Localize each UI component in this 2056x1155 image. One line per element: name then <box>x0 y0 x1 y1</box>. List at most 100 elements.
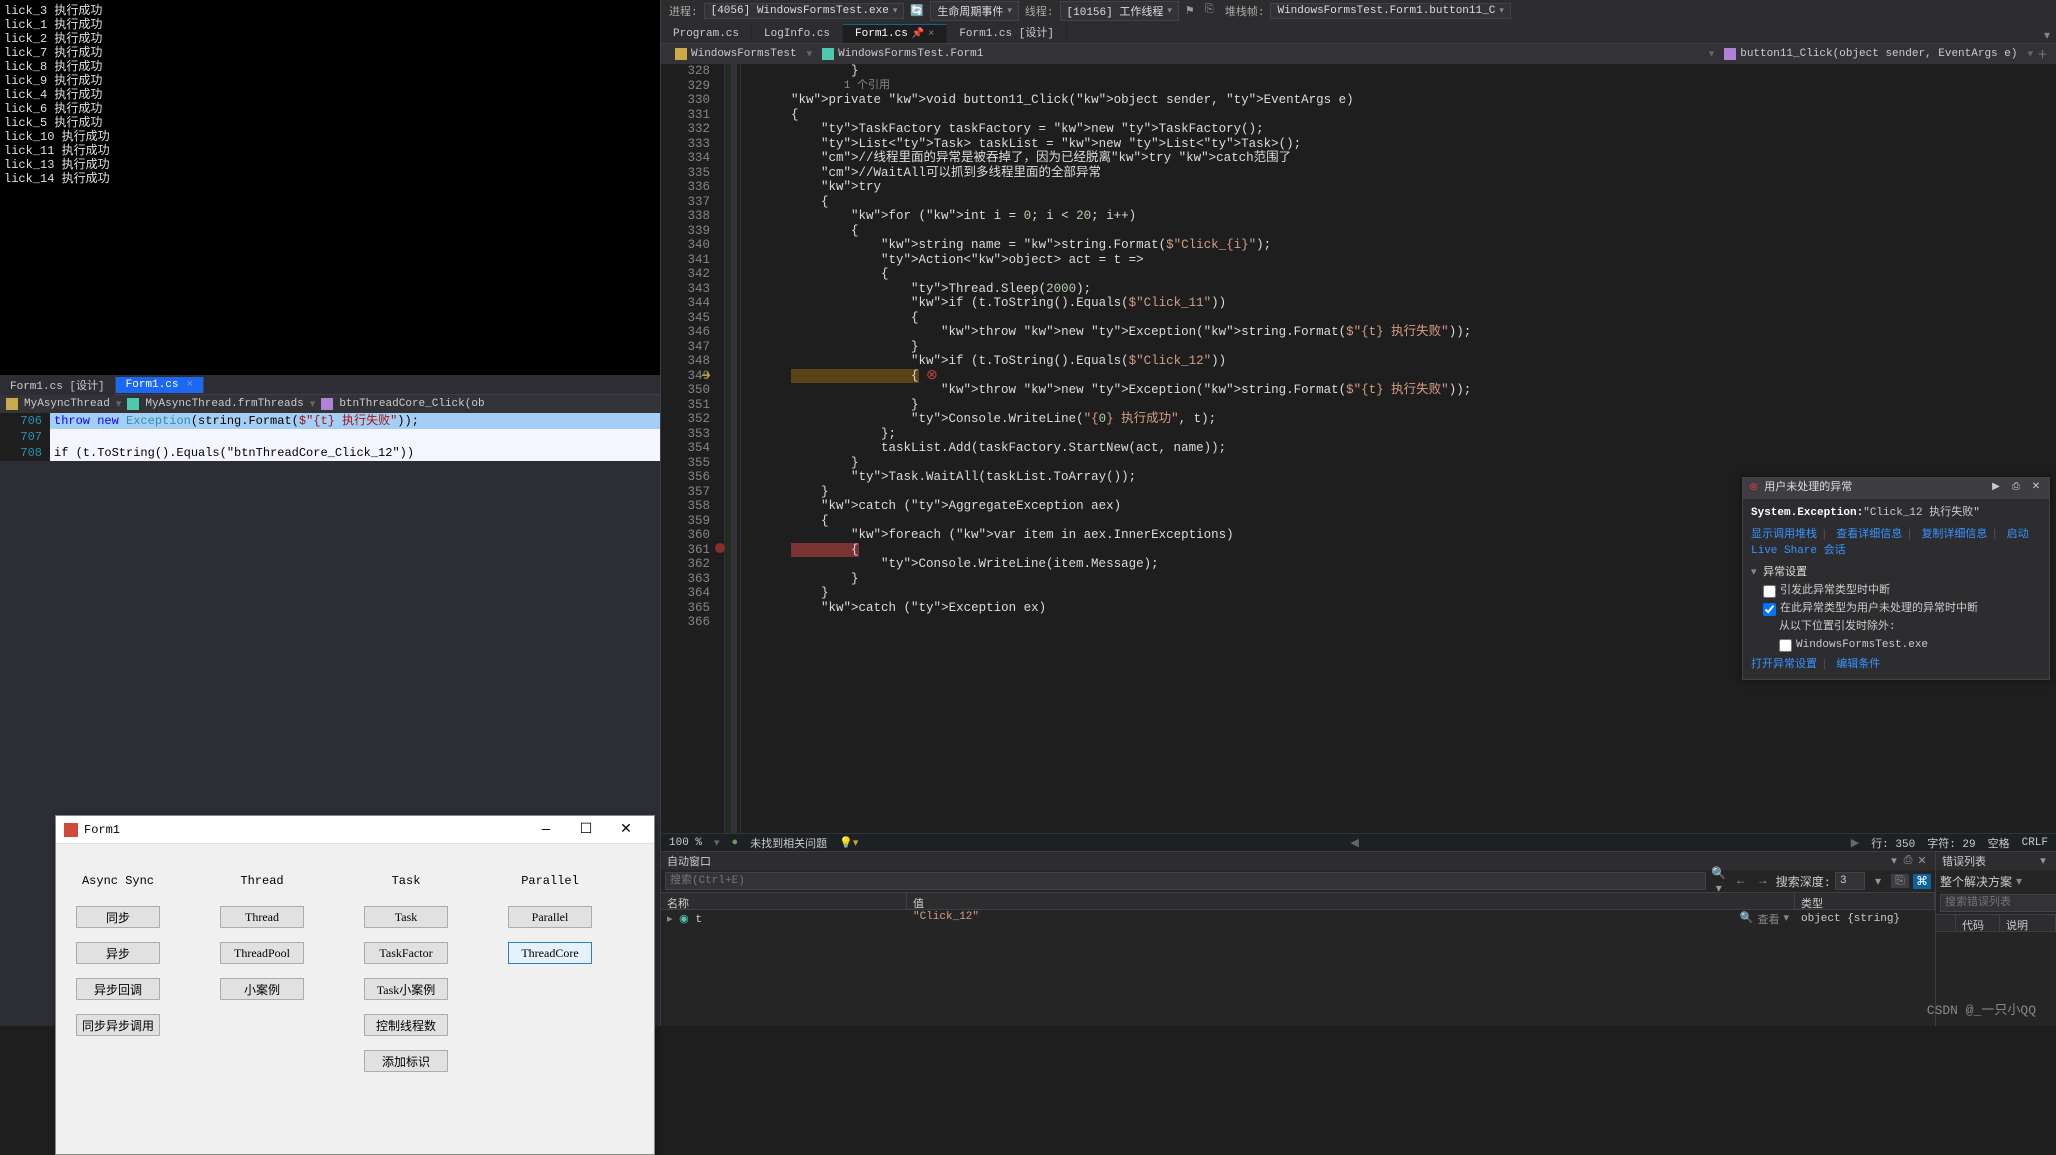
form-button-Parallel[interactable]: Parallel <box>508 906 592 928</box>
bc-namespace[interactable]: MyAsyncThread <box>24 398 110 410</box>
editor-tab[interactable]: LogInfo.cs <box>752 25 843 43</box>
link-copy-details[interactable]: 复制详细信息 <box>1921 529 1987 541</box>
error-icon[interactable]: ⊗ <box>926 369 938 384</box>
search-icon[interactable]: 🔍 <box>1740 911 1754 927</box>
link-show-callstack[interactable]: 显示调用堆栈 <box>1751 529 1817 541</box>
var-type: object {string} <box>1795 911 1935 927</box>
nav-next-icon[interactable]: → <box>1754 874 1772 888</box>
autos-search-input[interactable] <box>665 872 1706 890</box>
play-icon[interactable]: ▶ <box>1989 481 2003 495</box>
form-titlebar[interactable]: Form1 — ☐ ✕ <box>56 816 654 844</box>
editor-tab[interactable]: Form1.cs📌× <box>843 24 947 43</box>
close-icon[interactable]: ✕ <box>2029 481 2043 495</box>
close-icon[interactable]: ✕ <box>606 821 646 838</box>
thread-dropdown[interactable]: [10156] 工作线程 <box>1060 1 1179 21</box>
close-icon[interactable]: ✕ <box>1915 854 1929 868</box>
exception-settings-header[interactable]: 异常设置 <box>1751 565 2041 581</box>
bc-class[interactable]: MyAsyncThread.frmThreads <box>145 398 303 410</box>
overflow-icon[interactable]: ▾ <box>2038 28 2056 43</box>
form-button-添加标识[interactable]: 添加标识 <box>364 1050 448 1072</box>
pin-icon[interactable]: ⎙ <box>1901 855 1915 867</box>
close-icon[interactable]: × <box>928 29 934 40</box>
col-name[interactable]: 名称 <box>661 893 907 909</box>
bc-method[interactable]: btnThreadCore_Click(ob <box>339 398 484 410</box>
form-button-异步[interactable]: 异步 <box>76 942 160 964</box>
autos-panel[interactable]: 自动窗口 ▾ ⎙ ✕ 🔍▾ ← → 搜索深度: ▾ ⎘ ⌘ <box>661 852 1936 1026</box>
panel-menu-icon[interactable]: ▾ <box>1887 854 1901 868</box>
link-edit-conditions[interactable]: 编辑条件 <box>1836 659 1880 671</box>
bc-method[interactable]: button11_Click(object sender, EventArgs … <box>1718 48 2023 60</box>
editor-tab[interactable]: Form1.cs [设计] <box>947 21 1067 43</box>
flag-icon[interactable]: ⚑ <box>1185 4 1199 18</box>
form-button-TaskFactor[interactable]: TaskFactor <box>364 942 448 964</box>
errorlist-search-input[interactable] <box>1940 894 2056 912</box>
scope-dropdown[interactable]: 整个解决方案 <box>1940 873 2012 890</box>
toggle2-icon[interactable]: ⌘ <box>1913 874 1931 889</box>
hscroll-left-icon[interactable]: ◀ <box>1350 836 1358 850</box>
panel-menu-icon[interactable]: ▾ <box>2036 854 2050 868</box>
status-crlf[interactable]: CRLF <box>2022 837 2048 849</box>
form-button-同步[interactable]: 同步 <box>76 906 160 928</box>
form1-window[interactable]: Form1 — ☐ ✕ Async Sync同步异步异步回调同步异步调用Thre… <box>55 815 655 1155</box>
form-button-异步回调[interactable]: 异步回调 <box>76 978 160 1000</box>
link-open-exception-settings[interactable]: 打开异常设置 <box>1751 659 1817 671</box>
hscroll-right-icon[interactable]: ▶ <box>1851 836 1859 850</box>
close-icon[interactable]: × <box>186 379 193 391</box>
lookup-label[interactable]: 查看 <box>1757 911 1779 927</box>
tab-form1-cs[interactable]: Form1.cs× <box>116 377 204 393</box>
form-button-小案例[interactable]: 小案例 <box>220 978 304 1000</box>
form-button-ThreadCore[interactable]: ThreadCore <box>508 942 592 964</box>
editor-tabs: Program.csLogInfo.csForm1.cs📌×Form1.cs [… <box>661 22 2056 44</box>
depth-dd-icon[interactable]: ▾ <box>1869 874 1887 889</box>
zoom-level[interactable]: 100 % <box>669 837 702 849</box>
code-editor[interactable]: 3283293303313323333343353363373383393403… <box>661 64 2056 833</box>
col-type[interactable]: 类型 <box>1795 893 1935 909</box>
form-button-Task小案例[interactable]: Task小案例 <box>364 978 448 1000</box>
editor-breadcrumb: WindowsFormsTest ▾ WindowsFormsTest.Form… <box>661 44 2056 64</box>
chk-break-on-unhandled[interactable]: 在此异常类型为用户未处理的异常时中断 <box>1763 601 2041 617</box>
bc-ns[interactable]: WindowsFormsTest <box>669 48 803 60</box>
col-icon[interactable] <box>1936 915 1956 931</box>
form-button-控制线程数[interactable]: 控制线程数 <box>364 1014 448 1036</box>
nav-prev-icon[interactable]: ← <box>1732 874 1750 888</box>
output-line: lick_9 执行成功 <box>4 74 656 88</box>
exception-popup[interactable]: ⊗ 用户未处理的异常 ▶ ⎙ ✕ System.Exception:"Click… <box>1742 477 2050 680</box>
left-breadcrumb: MyAsyncThread ▾ MyAsyncThread.frmThreads… <box>0 395 660 413</box>
maximize-icon[interactable]: ☐ <box>566 821 606 838</box>
chk-except-module[interactable]: WindowsFormsTest.exe <box>1779 637 2041 653</box>
col-desc[interactable]: 说明 <box>2000 915 2056 931</box>
add-button-icon[interactable]: ＋ <box>2037 46 2048 62</box>
status-line[interactable]: 行: 350 <box>1871 835 1915 851</box>
form-button-ThreadPool[interactable]: ThreadPool <box>220 942 304 964</box>
lifecycle-icon[interactable]: 🔄 <box>910 4 924 18</box>
col-value[interactable]: 值 <box>907 893 1795 909</box>
exception-except-from: 从以下位置引发时除外: <box>1779 619 2041 635</box>
lifecycle-dropdown[interactable]: 生命周期事件 <box>930 1 1019 21</box>
form-button-Task[interactable]: Task <box>364 906 448 928</box>
bc-cls[interactable]: WindowsFormsTest.Form1 <box>816 48 1705 60</box>
pin-icon[interactable]: 📌 <box>912 28 924 40</box>
breakpoint-icon[interactable] <box>715 543 725 553</box>
minimize-icon[interactable]: — <box>526 822 566 838</box>
form-button-同步异步调用[interactable]: 同步异步调用 <box>76 1014 160 1036</box>
autos-row[interactable]: ▸ ◉ t "Click_12"🔍查看▾ object {string} <box>661 910 1935 928</box>
depth-input[interactable] <box>1835 872 1865 890</box>
stack-dropdown[interactable]: WindowsFormsTest.Form1.button11_C <box>1270 3 1510 19</box>
method-icon <box>321 398 333 410</box>
chk-break-on-throw[interactable]: 引发此异常类型时中断 <box>1763 583 2041 599</box>
toggle1-icon[interactable]: ⎘ <box>1891 874 1909 888</box>
exception-message: "Click_12 执行失败" <box>1863 507 1980 519</box>
status-spaces[interactable]: 空格 <box>1988 835 2010 851</box>
lightbulb-icon[interactable]: 💡▾ <box>839 836 858 850</box>
thread-icon[interactable]: ⎘ <box>1205 4 1219 18</box>
status-col[interactable]: 字符: 29 <box>1927 835 1975 851</box>
process-dropdown[interactable]: [4056] WindowsFormsTest.exe <box>704 3 905 19</box>
output-line: lick_11 执行成功 <box>4 144 656 158</box>
editor-tab[interactable]: Program.cs <box>661 25 752 43</box>
col-code[interactable]: 代码 <box>1956 915 2000 931</box>
tab-form1-design[interactable]: Form1.cs [设计] <box>0 375 116 395</box>
form-button-Thread[interactable]: Thread <box>220 906 304 928</box>
issues-label[interactable]: 未找到相关问题 <box>750 835 827 851</box>
link-view-details[interactable]: 查看详细信息 <box>1836 529 1902 541</box>
pin-icon[interactable]: ⎙ <box>2009 481 2023 495</box>
